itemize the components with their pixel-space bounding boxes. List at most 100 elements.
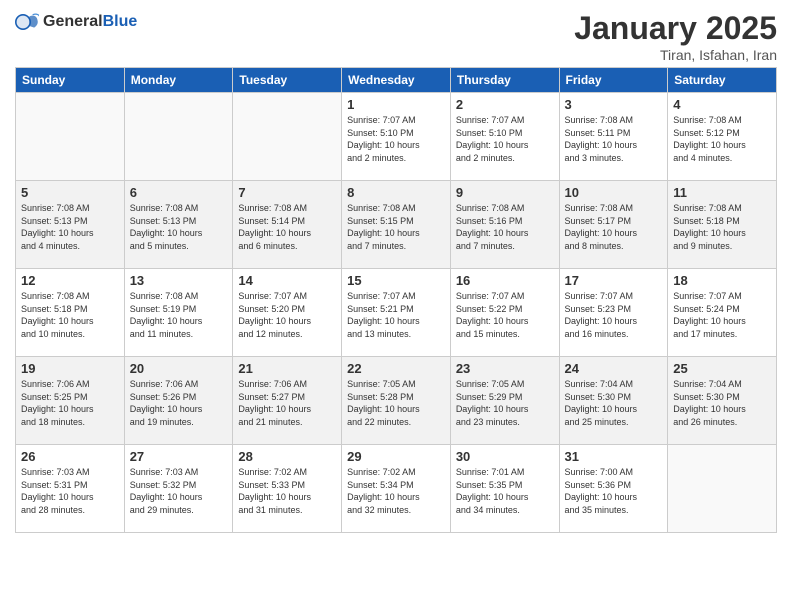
table-row: 30 Sunrise: 7:01 AM Sunset: 5:35 PM Dayli… [450,445,559,533]
header-wednesday: Wednesday [342,68,451,93]
day-info: Sunrise: 7:07 AM Sunset: 5:24 PM Dayligh… [673,290,771,340]
table-row: 25 Sunrise: 7:04 AM Sunset: 5:30 PM Dayli… [668,357,777,445]
day-info: Sunrise: 7:08 AM Sunset: 5:17 PM Dayligh… [565,202,663,252]
table-row: 27 Sunrise: 7:03 AM Sunset: 5:32 PM Dayli… [124,445,233,533]
month-title: January 2025 [574,10,777,47]
table-row: 16Sunrise: 7:07 AM Sunset: 5:22 PM Dayli… [450,269,559,357]
day-info: Sunrise: 7:08 AM Sunset: 5:13 PM Dayligh… [21,202,119,252]
day-info: Sunrise: 7:08 AM Sunset: 5:16 PM Dayligh… [456,202,554,252]
table-row: 2 Sunrise: 7:07 AM Sunset: 5:10 PM Daylig… [450,93,559,181]
day-info: Sunrise: 7:04 AM Sunset: 5:30 PM Dayligh… [673,378,771,428]
calendar-week-row: 26 Sunrise: 7:03 AM Sunset: 5:31 PM Dayli… [16,445,777,533]
day-number: 17 [565,273,663,288]
day-number: 8 [347,185,445,200]
day-number: 28 [238,449,336,464]
day-info: Sunrise: 7:02 AM Sunset: 5:34 PM Dayligh… [347,466,445,516]
day-number: 20 [130,361,228,376]
day-info: Sunrise: 7:08 AM Sunset: 5:12 PM Dayligh… [673,114,771,164]
table-row: 4 Sunrise: 7:08 AM Sunset: 5:12 PM Daylig… [668,93,777,181]
table-row: 18Sunrise: 7:07 AM Sunset: 5:24 PM Dayli… [668,269,777,357]
table-row: 10Sunrise: 7:08 AM Sunset: 5:17 PM Dayli… [559,181,668,269]
day-info: Sunrise: 7:05 AM Sunset: 5:28 PM Dayligh… [347,378,445,428]
day-number: 29 [347,449,445,464]
table-row: 13Sunrise: 7:08 AM Sunset: 5:19 PM Dayli… [124,269,233,357]
day-info: Sunrise: 7:08 AM Sunset: 5:14 PM Dayligh… [238,202,336,252]
day-number: 19 [21,361,119,376]
day-number: 6 [130,185,228,200]
day-number: 15 [347,273,445,288]
day-number: 27 [130,449,228,464]
table-row: 21 Sunrise: 7:06 AM Sunset: 5:27 PM Dayli… [233,357,342,445]
day-info: Sunrise: 7:07 AM Sunset: 5:22 PM Dayligh… [456,290,554,340]
day-info: Sunrise: 7:07 AM Sunset: 5:23 PM Dayligh… [565,290,663,340]
day-number: 3 [565,97,663,112]
day-info: Sunrise: 7:03 AM Sunset: 5:32 PM Dayligh… [130,466,228,516]
day-info: Sunrise: 7:07 AM Sunset: 5:10 PM Dayligh… [456,114,554,164]
table-row: 19 Sunrise: 7:06 AM Sunset: 5:25 PM Dayli… [16,357,125,445]
day-number: 25 [673,361,771,376]
day-number: 11 [673,185,771,200]
table-row [16,93,125,181]
day-number: 12 [21,273,119,288]
day-number: 22 [347,361,445,376]
day-number: 2 [456,97,554,112]
table-row: 17 Sunrise: 7:07 AM Sunset: 5:23 PM Dayli… [559,269,668,357]
table-row: 8 Sunrise: 7:08 AM Sunset: 5:15 PM Daylig… [342,181,451,269]
day-number: 23 [456,361,554,376]
day-number: 9 [456,185,554,200]
header-friday: Friday [559,68,668,93]
day-number: 26 [21,449,119,464]
table-row: 23 Sunrise: 7:05 AM Sunset: 5:29 PM Dayli… [450,357,559,445]
calendar-week-row: 12 Sunrise: 7:08 AM Sunset: 5:18 PM Dayli… [16,269,777,357]
table-row [233,93,342,181]
day-info: Sunrise: 7:06 AM Sunset: 5:27 PM Dayligh… [238,378,336,428]
page-container: GeneralBlue January 2025 Tiran, Isfahan,… [0,0,792,543]
table-row: 31Sunrise: 7:00 AM Sunset: 5:36 PM Dayli… [559,445,668,533]
header-sunday: Sunday [16,68,125,93]
day-info: Sunrise: 7:02 AM Sunset: 5:33 PM Dayligh… [238,466,336,516]
day-info: Sunrise: 7:03 AM Sunset: 5:31 PM Dayligh… [21,466,119,516]
header-tuesday: Tuesday [233,68,342,93]
day-number: 5 [21,185,119,200]
title-block: January 2025 Tiran, Isfahan, Iran [574,10,777,63]
table-row: 26 Sunrise: 7:03 AM Sunset: 5:31 PM Dayli… [16,445,125,533]
day-info: Sunrise: 7:08 AM Sunset: 5:15 PM Dayligh… [347,202,445,252]
day-number: 30 [456,449,554,464]
day-info: Sunrise: 7:08 AM Sunset: 5:18 PM Dayligh… [21,290,119,340]
table-row: 5 Sunrise: 7:08 AM Sunset: 5:13 PM Daylig… [16,181,125,269]
logo-blue: Blue [103,13,138,30]
table-row: 11 Sunrise: 7:08 AM Sunset: 5:18 PM Dayli… [668,181,777,269]
table-row: 9 Sunrise: 7:08 AM Sunset: 5:16 PM Daylig… [450,181,559,269]
day-info: Sunrise: 7:00 AM Sunset: 5:36 PM Dayligh… [565,466,663,516]
day-info: Sunrise: 7:01 AM Sunset: 5:35 PM Dayligh… [456,466,554,516]
day-number: 21 [238,361,336,376]
day-info: Sunrise: 7:07 AM Sunset: 5:20 PM Dayligh… [238,290,336,340]
day-info: Sunrise: 7:08 AM Sunset: 5:11 PM Dayligh… [565,114,663,164]
day-info: Sunrise: 7:04 AM Sunset: 5:30 PM Dayligh… [565,378,663,428]
table-row: 12 Sunrise: 7:08 AM Sunset: 5:18 PM Dayli… [16,269,125,357]
calendar-header-row: Sunday Monday Tuesday Wednesday Thursday… [16,68,777,93]
table-row: 7Sunrise: 7:08 AM Sunset: 5:14 PM Daylig… [233,181,342,269]
day-info: Sunrise: 7:08 AM Sunset: 5:13 PM Dayligh… [130,202,228,252]
day-info: Sunrise: 7:07 AM Sunset: 5:10 PM Dayligh… [347,114,445,164]
table-row: 20Sunrise: 7:06 AM Sunset: 5:26 PM Dayli… [124,357,233,445]
location-title: Tiran, Isfahan, Iran [574,47,777,63]
table-row: 14Sunrise: 7:07 AM Sunset: 5:20 PM Dayli… [233,269,342,357]
logo: GeneralBlue [15,10,137,34]
day-number: 1 [347,97,445,112]
day-number: 4 [673,97,771,112]
header-thursday: Thursday [450,68,559,93]
calendar-week-row: 19 Sunrise: 7:06 AM Sunset: 5:25 PM Dayli… [16,357,777,445]
table-row [124,93,233,181]
day-info: Sunrise: 7:06 AM Sunset: 5:25 PM Dayligh… [21,378,119,428]
table-row [668,445,777,533]
table-row: 6 Sunrise: 7:08 AM Sunset: 5:13 PM Daylig… [124,181,233,269]
calendar-week-row: 5 Sunrise: 7:08 AM Sunset: 5:13 PM Daylig… [16,181,777,269]
day-info: Sunrise: 7:05 AM Sunset: 5:29 PM Dayligh… [456,378,554,428]
calendar-table: Sunday Monday Tuesday Wednesday Thursday… [15,67,777,533]
day-number: 24 [565,361,663,376]
header: GeneralBlue January 2025 Tiran, Isfahan,… [15,10,777,63]
day-info: Sunrise: 7:08 AM Sunset: 5:18 PM Dayligh… [673,202,771,252]
table-row: 15Sunrise: 7:07 AM Sunset: 5:21 PM Dayli… [342,269,451,357]
calendar-week-row: 1 Sunrise: 7:07 AM Sunset: 5:10 PM Daylig… [16,93,777,181]
